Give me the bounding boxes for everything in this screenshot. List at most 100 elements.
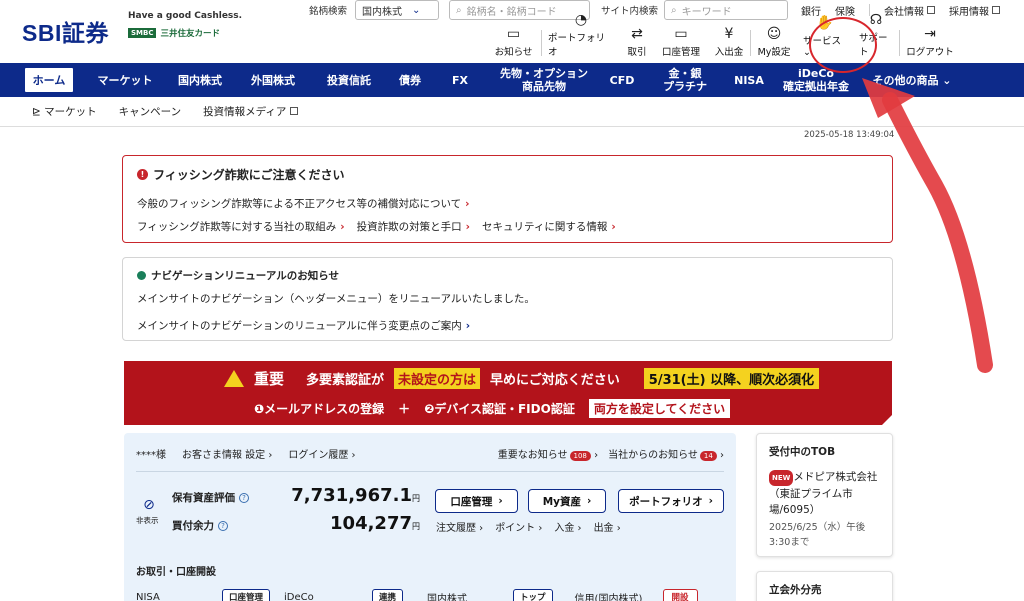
withdraw-link[interactable]: 出金 › <box>594 519 621 534</box>
domestic-top-button[interactable]: トップ <box>513 589 553 601</box>
headset-icon: ☊ <box>869 12 883 28</box>
external-link-icon <box>992 6 1000 14</box>
toolbar-notifications[interactable]: ▭ お知らせ <box>486 22 541 58</box>
chevron-right-icon: › <box>465 319 471 332</box>
link-text: 投資詐欺の対策と手口 <box>356 221 462 233</box>
link-text: 入金 <box>554 523 575 534</box>
nav-home[interactable]: ホーム <box>24 67 74 93</box>
investment-fraud-link[interactable]: 投資詐欺の対策と手口 › <box>357 219 470 234</box>
notice-title: ナビゲーションリニューアルのお知らせ <box>137 268 878 283</box>
nav-mutual-funds[interactable]: 投資信託 <box>310 63 388 97</box>
assets-label: 保有資産評価? <box>172 490 249 505</box>
help-icon[interactable]: ? <box>218 520 228 531</box>
subnav-media[interactable]: 投資情報メディア <box>203 104 298 119</box>
yen-unit: 円 <box>412 522 420 531</box>
link-text: お客さま情報 設定 <box>182 450 266 461</box>
toolbar-deposit[interactable]: ¥ 入出金 <box>708 22 750 58</box>
nav-fx[interactable]: FX <box>432 63 488 97</box>
stock-search-select[interactable]: 国内株式 ⌄ <box>355 0 439 20</box>
toolbar-logout[interactable]: ⇥ ログアウト <box>900 22 960 58</box>
nav-gold[interactable]: 金・銀 プラチナ <box>644 63 726 97</box>
deposit-link[interactable]: 入金 › <box>554 519 581 534</box>
hide-eye-icon[interactable]: ⊘ <box>138 497 160 513</box>
subnav-campaign[interactable]: キャンペーン <box>119 104 181 119</box>
renewal-changes-link[interactable]: メインサイトのナビゲーションのリニューアルに伴う変更点のご案内 › <box>137 318 470 333</box>
top-link-company[interactable]: 会社情報 <box>884 3 935 18</box>
login-history-link[interactable]: ログイン履歴 › <box>288 446 355 461</box>
portfolio-button[interactable]: ポートフォリオ › <box>618 489 724 513</box>
chevron-right-icon: › <box>465 197 470 210</box>
nav-futures[interactable]: 先物・オプション 商品先物 <box>488 63 600 97</box>
chart-icon: ⊵ <box>32 106 41 118</box>
nav-other-products[interactable]: その他の商品 ⌄ <box>860 63 964 97</box>
section-title: お取引・口座開設 <box>136 567 216 578</box>
ideco-link-button[interactable]: 連携 <box>372 589 404 601</box>
toolbar-my-settings[interactable]: ☺ My設定 <box>751 22 797 58</box>
order-history-link[interactable]: 注文履歴 › <box>436 519 483 534</box>
assets-number: 7,731,967.1 <box>291 485 412 506</box>
link-text: 注文履歴 <box>436 523 476 534</box>
points-link[interactable]: ポイント › <box>495 519 542 534</box>
smbc-badge: SMBC <box>128 28 157 38</box>
buying-power-label-text: 買付余力 <box>172 520 214 532</box>
nav-nisa[interactable]: NISA <box>726 63 772 97</box>
annotation-circle <box>809 17 877 73</box>
nav-other-label: その他の商品 <box>872 73 939 87</box>
logout-icon: ⇥ <box>924 26 936 42</box>
nav-foreign-stocks[interactable]: 外国株式 <box>236 63 310 97</box>
nav-bonds[interactable]: 債券 <box>388 63 432 97</box>
my-assets-button[interactable]: My資産 › <box>528 489 606 513</box>
chevron-right-icon: › <box>498 495 503 507</box>
smbc-text: 三井住友カード <box>160 29 220 39</box>
link-text: セキュリティに関する情報 <box>481 221 608 233</box>
margin-open-button[interactable]: 開設 <box>662 589 698 601</box>
buying-power-number: 104,277 <box>330 513 412 534</box>
yen-unit: 円 <box>412 494 420 503</box>
main-nav: ホーム マーケット 国内株式 外国株式 投資信託 債券 FX 先物・オプション … <box>0 63 1024 97</box>
chevron-down-icon: ⌄ <box>412 4 421 16</box>
tob-item-link[interactable]: NEW メドピア株式会社（東証プライム市場/6095） <box>769 469 880 518</box>
sbi-logo[interactable]: SBI証券 <box>22 14 109 48</box>
header-toolbar: ▭ お知らせ ◔ ポートフォリオ ⇄ 取引 ▭ 口座管理 ¥ 入出金 ☺ My設定 ✋ サービ… <box>486 13 960 58</box>
nav-cfd[interactable]: CFD <box>600 63 644 97</box>
company-notice-link[interactable]: 当社からのお知らせ 14 › <box>608 446 724 461</box>
mfa-banner[interactable]: 重要 多要素認証が 未設定の方は 早めにご対応ください 5/31(土) 以降、順… <box>124 361 892 425</box>
nav-market[interactable]: マーケット <box>86 63 164 97</box>
warning-icon <box>224 369 244 387</box>
new-badge: NEW <box>769 470 794 486</box>
assets-value: 7,731,967.1円 <box>240 485 420 506</box>
button-label: ポートフォリオ <box>629 495 703 508</box>
phishing-compensation-link[interactable]: 今般のフィッシング詐欺等による不正アクセス等の補償対応について › <box>137 196 469 211</box>
toolbar-label: 入出金 <box>714 47 744 58</box>
toolbar-label: 口座管理 <box>661 47 700 58</box>
stock-search-input[interactable]: ⌕ 銘柄名・銘柄コード <box>449 0 590 20</box>
offmarket-card: 立会外分売 <box>756 571 893 601</box>
chevron-right-icon: › <box>611 220 616 233</box>
toolbar-trade[interactable]: ⇄ 取引 <box>620 22 654 58</box>
link-text: 重要なお知らせ <box>497 450 568 461</box>
external-link-icon <box>927 6 935 14</box>
external-link-icon <box>289 107 298 115</box>
subnav-market[interactable]: ⊵ マーケット <box>32 104 97 119</box>
stock-search-select-value: 国内株式 <box>362 6 402 18</box>
ideco-label: iDeCo <box>284 591 314 601</box>
link-text: メインサイトのナビゲーションのリニューアルに伴う変更点のご案内 <box>137 320 462 332</box>
toolbar-account[interactable]: ▭ 口座管理 <box>654 22 708 58</box>
toolbar-portfolio[interactable]: ◔ ポートフォリオ <box>542 13 620 58</box>
account-management-button[interactable]: 口座管理 › <box>435 489 518 513</box>
security-info-link[interactable]: セキュリティに関する情報 › <box>482 219 616 234</box>
site-search-input[interactable]: ⌕ キーワード <box>664 0 788 20</box>
buying-power-value: 104,277円 <box>240 513 420 534</box>
important-notice-link[interactable]: 重要なお知らせ 108 › <box>498 446 598 461</box>
phishing-efforts-link[interactable]: フィッシング詐欺等に対する当社の取組み › <box>137 219 345 234</box>
nisa-manage-button[interactable]: 口座管理 <box>222 589 271 601</box>
tob-date: 2025/6/25（水）午後3:30まで <box>769 522 866 548</box>
top-link-insurance[interactable]: 保険 <box>835 3 855 18</box>
top-link-company-label: 会社情報 <box>884 6 924 18</box>
customer-info-link[interactable]: お客さま情報 設定 › <box>182 446 272 461</box>
sub-nav: ⊵ マーケット キャンペーン 投資情報メディア <box>0 97 1024 127</box>
top-link-careers[interactable]: 採用情報 <box>949 3 1000 18</box>
domestic-label: 国内株式 <box>427 593 468 601</box>
nav-domestic-stocks[interactable]: 国内株式 <box>164 63 236 97</box>
phishing-alert-title: ! フィッシング詐欺にご注意ください <box>137 166 878 183</box>
